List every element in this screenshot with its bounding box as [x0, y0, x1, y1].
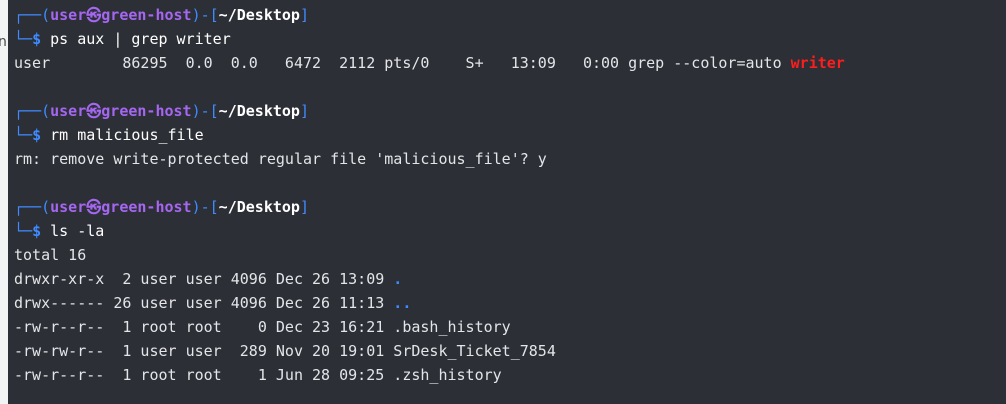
- prompt-host: green-host: [101, 198, 192, 216]
- prompt-host: green-host: [101, 6, 192, 24]
- prompt-header: ┌──(user㉿green-host)-[~/Desktop]: [14, 195, 1006, 219]
- prompt-frame-mid: )-[: [191, 6, 219, 24]
- ls-entry-meta: -rw-rw-r-- 1 user user 289 Nov 20 19:01: [14, 342, 394, 360]
- prompt-header: ┌──(user㉿green-host)-[~/Desktop]: [14, 99, 1006, 123]
- prompt-host: green-host: [101, 102, 192, 120]
- prompt-user: user: [50, 6, 87, 24]
- prompt-frame-bottom: └─: [14, 30, 33, 48]
- ls-entry-name: .: [393, 270, 403, 288]
- prompt-path: ~/Desktop: [218, 102, 300, 120]
- prompt-header: ┌──(user㉿green-host)-[~/Desktop]: [14, 3, 1006, 27]
- prompt-frame-mid: )-[: [191, 102, 219, 120]
- output-line: rm: remove write-protected regular file …: [14, 150, 547, 168]
- ls-entry-meta: drwx------ 26 user user 4096 Dec 26 11:1…: [14, 294, 394, 312]
- ps-output-text: user 86295 0.0 0.0 6472 2112 pts/0 S+ 13…: [14, 54, 791, 72]
- prompt-symbol: $: [32, 222, 42, 240]
- terminal-window[interactable]: ┌──(user㉿green-host)-[~/Desktop] └─$ ps …: [8, 0, 1006, 404]
- command-text: ps aux | grep writer: [50, 30, 231, 48]
- prompt-frame-end: ]: [299, 6, 309, 24]
- command-line: └─$ rm malicious_file: [14, 123, 1006, 147]
- command-text: rm malicious_file: [50, 126, 204, 144]
- prompt-at-symbol: ㉿: [86, 102, 102, 120]
- command-line: └─$ ps aux | grep writer: [14, 27, 1006, 51]
- prompt-frame-top: ┌──(: [14, 6, 51, 24]
- prompt-frame-bottom: └─: [14, 222, 33, 240]
- ls-entry-row: -rw-r--r-- 1 root root 0 Dec 23 16:21 .b…: [14, 315, 1006, 339]
- prompt-frame-bottom: └─: [14, 126, 33, 144]
- ls-entry-name: .zsh_history: [393, 366, 502, 384]
- ls-entry-meta: -rw-r--r-- 1 root root 0 Dec 23 16:21: [14, 318, 394, 336]
- command-text: ls -la: [50, 222, 105, 240]
- prompt-at-symbol: ㉿: [86, 6, 102, 24]
- prompt-at-symbol: ㉿: [86, 198, 102, 216]
- screenshot: n ┌──(user㉿green-host)-[~/Desktop] └─$ p…: [0, 0, 1006, 404]
- grep-match-highlight: writer: [790, 54, 845, 72]
- prompt-user: user: [50, 102, 87, 120]
- ls-entry-row: drwx------ 26 user user 4096 Dec 26 11:1…: [14, 291, 1006, 315]
- prompt-frame-end: ]: [299, 198, 309, 216]
- ls-entry-row: drwxr-xr-x 2 user user 4096 Dec 26 13:09…: [14, 267, 1006, 291]
- prompt-symbol: $: [32, 30, 42, 48]
- output-line: user 86295 0.0 0.0 6472 2112 pts/0 S+ 13…: [14, 51, 1006, 75]
- prompt-frame-mid: )-[: [191, 198, 219, 216]
- ls-entry-meta: drwxr-xr-x 2 user user 4096 Dec 26 13:09: [14, 270, 394, 288]
- ls-entry-meta: -rw-r--r-- 1 root root 1 Jun 28 09:25: [14, 366, 394, 384]
- background-window-edge: n: [0, 0, 8, 404]
- prompt-frame-top: ┌──(: [14, 198, 51, 216]
- prompt-path: ~/Desktop: [218, 198, 300, 216]
- background-window-text: n: [0, 34, 7, 50]
- command-line: └─$ ls -la: [14, 219, 1006, 243]
- ls-entry-name: .bash_history: [393, 318, 511, 336]
- prompt-frame-end: ]: [299, 102, 309, 120]
- ls-entry-name: ..: [393, 294, 412, 312]
- ls-entry-row: -rw-r--r-- 1 root root 1 Jun 28 09:25 .z…: [14, 363, 1006, 387]
- prompt-symbol: $: [32, 126, 42, 144]
- prompt-frame-top: ┌──(: [14, 102, 51, 120]
- ls-entry-row: -rw-rw-r-- 1 user user 289 Nov 20 19:01 …: [14, 339, 1006, 363]
- prompt-user: user: [50, 198, 87, 216]
- ls-total-line: total 16: [14, 246, 87, 264]
- prompt-path: ~/Desktop: [218, 6, 300, 24]
- ls-entry-name: SrDesk_Ticket_7854: [393, 342, 556, 360]
